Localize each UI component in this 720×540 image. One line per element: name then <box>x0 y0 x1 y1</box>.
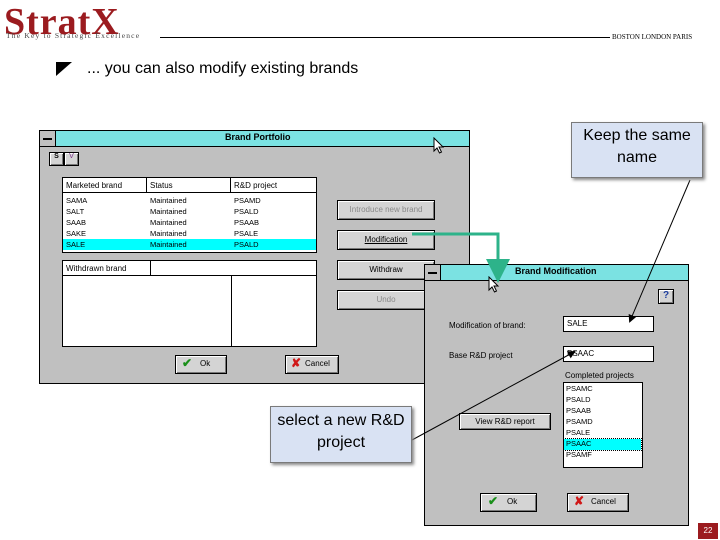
help-button[interactable]: ? <box>658 289 674 304</box>
view-rd-report-button[interactable]: View R&D report <box>459 413 551 430</box>
brand-modification-window: Brand Modification ? Modification of bra… <box>424 264 689 526</box>
mouse-cursor-icon <box>433 136 445 160</box>
base-rd-project-label: Base R&D project <box>449 351 513 360</box>
portfolio-ok-button[interactable]: ✔ Ok <box>175 355 227 374</box>
table-cell: Maintained <box>150 207 187 216</box>
system-menu-icon[interactable] <box>425 265 441 280</box>
list-item[interactable]: PSAMC <box>564 384 641 395</box>
list-item[interactable]: PSAAB <box>564 406 641 417</box>
list-item[interactable]: PSAAC <box>563 438 642 451</box>
table-cell: Maintained <box>150 218 187 227</box>
bullet-triangle-icon <box>56 62 72 76</box>
ok-label: Ok <box>507 497 518 506</box>
table-cell: Maintained <box>150 240 187 249</box>
modification-ok-button[interactable]: ✔ Ok <box>480 493 537 512</box>
logo-tagline: The Key to Strategic Excellence <box>6 31 141 40</box>
page-number: 22 <box>698 523 718 539</box>
cancel-label: Cancel <box>305 359 330 368</box>
x-cross-icon: ✘ <box>574 494 585 508</box>
col-header-rd-project: R&D project <box>234 181 278 190</box>
slide-heading: ... you can also modify existing brands <box>87 60 359 77</box>
table-row[interactable]: SALE Maintained PSALD <box>63 239 316 250</box>
tab-v[interactable]: V <box>64 152 79 166</box>
table-cell: Maintained <box>150 196 187 205</box>
list-item[interactable]: PSAMF <box>564 450 641 461</box>
undo-button[interactable]: Undo <box>337 290 435 310</box>
checkmark-icon: ✔ <box>182 356 193 370</box>
modification-titlebar[interactable]: Brand Modification <box>425 265 688 281</box>
marketed-brands-table: Marketed brand Status R&D project SAMA Ma… <box>62 177 317 253</box>
table-cell: SAMA <box>66 196 88 205</box>
table-cell: SAKE <box>66 229 87 238</box>
column-divider <box>150 261 151 275</box>
question-mark-icon: ? <box>662 290 670 301</box>
completed-projects-label: Completed projects <box>565 371 634 380</box>
column-divider <box>231 275 232 346</box>
tab-s[interactable]: S <box>49 152 64 166</box>
portfolio-cancel-button[interactable]: ✘ Cancel <box>285 355 339 374</box>
withdrawn-brands-table: Withdrawn brand <box>62 260 317 347</box>
table-cell: PSALD <box>234 207 259 216</box>
introduce-new-brand-button[interactable]: Introduce new brand <box>337 200 435 220</box>
col-header-marketed-brand: Marketed brand <box>66 181 123 190</box>
table-cell: Maintained <box>150 229 187 238</box>
list-item[interactable]: PSAMD <box>564 417 641 428</box>
table-cell: SALT <box>66 207 85 216</box>
x-cross-icon: ✘ <box>291 356 302 370</box>
table-cell: PSALD <box>234 240 259 249</box>
modification-title: Brand Modification <box>515 266 597 276</box>
withdraw-button[interactable]: Withdraw <box>337 260 435 280</box>
completed-projects-list[interactable]: PSAMC PSALD PSAAB PSAMD PSALE PSAAC PSAMF <box>563 382 643 468</box>
portfolio-title: Brand Portfolio <box>225 132 291 142</box>
table-row[interactable]: SALT Maintained PSALD <box>63 206 316 217</box>
mouse-cursor-icon <box>488 275 500 299</box>
table-header-divider <box>63 275 316 276</box>
brand-name-input[interactable]: SALE <box>563 316 654 332</box>
table-row[interactable]: SAMA Maintained PSAMD <box>63 195 316 206</box>
header-divider <box>160 37 610 38</box>
cancel-label: Cancel <box>591 497 616 506</box>
select-project-callout: select a new R&D project <box>270 406 412 463</box>
col-header-withdrawn-brand: Withdrawn brand <box>66 264 127 273</box>
modification-cancel-button[interactable]: ✘ Cancel <box>567 493 629 512</box>
list-item[interactable]: PSALE <box>564 428 641 439</box>
keep-name-callout: Keep the same name <box>571 122 703 178</box>
column-divider <box>230 178 231 192</box>
table-cell: PSALE <box>234 229 259 238</box>
base-rd-project-input[interactable]: PSAAC <box>563 346 654 362</box>
table-cell: PSAMD <box>234 196 261 205</box>
modification-of-brand-label: Modification of brand: <box>449 321 526 330</box>
system-menu-icon[interactable] <box>40 131 56 146</box>
table-row[interactable]: SAKE Maintained PSALE <box>63 228 316 239</box>
portfolio-titlebar[interactable]: Brand Portfolio <box>40 131 469 147</box>
table-cell: SALE <box>66 240 86 249</box>
table-cell: PSAAB <box>234 218 260 227</box>
table-header-divider <box>63 192 316 193</box>
list-item[interactable]: PSALD <box>564 395 641 406</box>
brand-portfolio-window: Brand Portfolio S V Marketed brand Statu… <box>39 130 470 384</box>
col-header-status: Status <box>150 181 173 190</box>
table-row[interactable]: SAAB Maintained PSAAB <box>63 217 316 228</box>
table-cell: SAAB <box>66 218 87 227</box>
office-cities: BOSTON LONDON PARIS <box>612 33 693 41</box>
column-divider <box>146 178 147 192</box>
modification-button[interactable]: Modification <box>337 230 435 250</box>
ok-label: Ok <box>200 359 211 368</box>
checkmark-icon: ✔ <box>488 494 499 508</box>
